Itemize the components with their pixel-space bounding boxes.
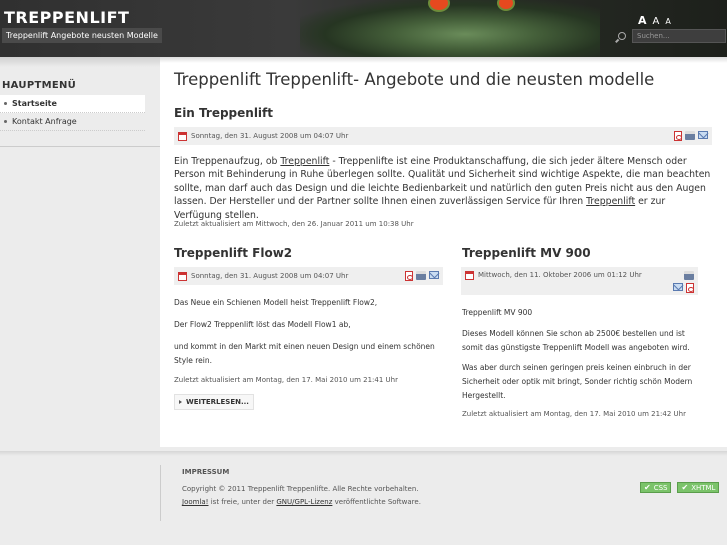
main-content: Treppenlift Treppenlift- Angebote und di…: [160, 57, 727, 447]
calendar-icon: [178, 271, 187, 281]
article-updated: Zuletzt aktualisiert am Montag, den 17. …: [174, 376, 398, 384]
sidebar-item-label: Startseite: [12, 99, 57, 108]
arrow-right-icon: [179, 400, 182, 404]
treppenlift-link[interactable]: Treppenlift: [586, 196, 635, 207]
footer-shade: [0, 451, 727, 456]
readmore-label: WEITERLESEN...: [186, 398, 249, 406]
check-icon: ✔: [681, 482, 689, 492]
article-meta: Sonntag, den 31. August 2008 um 04:07 Uh…: [174, 267, 443, 285]
article-title[interactable]: Treppenlift MV 900: [462, 246, 591, 260]
sidebar-item-startseite[interactable]: Startseite: [0, 95, 145, 113]
article-body: Ein Treppenaufzug, ob Treppenlift - Trep…: [174, 155, 714, 222]
divider: [0, 146, 160, 147]
article-updated: Zuletzt aktualisiert am Montag, den 17. …: [462, 410, 686, 418]
article-paragraph: Der Flow2 Treppenlift löst das Modell Fl…: [174, 320, 351, 329]
email-icon[interactable]: [673, 283, 683, 291]
font-size-controls: A A A: [638, 14, 671, 27]
site-footer: IMPRESSUM Copyright © 2011 Treppenlift T…: [0, 447, 727, 545]
license-text: Joomla! ist freie, unter der GNU/GPL-Liz…: [182, 498, 421, 506]
font-reset-button[interactable]: A: [653, 16, 660, 27]
print-icon[interactable]: [685, 131, 695, 140]
badge-label: XHTML: [691, 483, 716, 492]
article-tools: [405, 271, 439, 281]
calendar-icon: [178, 131, 187, 141]
font-decrease-button[interactable]: A: [665, 17, 670, 26]
article-title[interactable]: Ein Treppenlift: [174, 106, 273, 120]
pdf-icon[interactable]: [686, 283, 694, 293]
article-paragraph: Was aber durch seinen geringen preis kei…: [462, 363, 693, 400]
main-menu: Startseite Kontakt Anfrage: [0, 95, 145, 131]
footer-divider: [160, 465, 161, 521]
xhtml-valid-badge[interactable]: ✔ XHTML: [677, 482, 720, 493]
text-segment: veröffentlichte Software.: [332, 498, 421, 506]
impressum-link[interactable]: IMPRESSUM: [182, 468, 229, 476]
header-frog-image: [300, 0, 600, 57]
sidebar-item-label: Kontakt Anfrage: [12, 117, 77, 126]
article-tools: [672, 271, 694, 293]
article-tools: [674, 131, 708, 141]
font-increase-button[interactable]: A: [638, 14, 647, 27]
article-paragraph: Das Neue ein Schienen Modell heist Trepp…: [174, 298, 378, 307]
site-slogan: Treppenlift Angebote neusten Modelle: [2, 28, 162, 43]
treppenlift-link[interactable]: Treppenlift: [280, 156, 329, 167]
sidebar: HAUPTMENÜ Startseite Kontakt Anfrage: [0, 57, 160, 447]
article-date: Sonntag, den 31. August 2008 um 04:07 Uh…: [191, 272, 349, 280]
gpl-license-link[interactable]: GNU/GPL-Lizenz: [276, 498, 332, 506]
validation-badges: ✔ CSS ✔ XHTML: [640, 482, 720, 493]
article-paragraph: und kommt in den Markt mit einen neuen D…: [174, 342, 435, 365]
email-icon[interactable]: [698, 131, 708, 139]
article-updated: Zuletzt aktualisiert am Mittwoch, den 26…: [174, 220, 414, 228]
bullet-icon: [4, 120, 7, 123]
text-segment: Ein Treppenaufzug, ob: [174, 156, 281, 167]
main-shade: [160, 57, 727, 63]
joomla-link[interactable]: Joomla!: [182, 498, 209, 506]
sidebar-item-kontakt[interactable]: Kontakt Anfrage: [0, 113, 145, 131]
pdf-icon[interactable]: [405, 271, 413, 281]
email-icon[interactable]: [429, 271, 439, 279]
article-meta: Mittwoch, den 11. Oktober 2006 um 01:12 …: [461, 267, 698, 295]
pdf-icon[interactable]: [674, 131, 682, 141]
badge-label: CSS: [653, 483, 668, 492]
article-title[interactable]: Treppenlift Flow2: [174, 246, 292, 260]
print-icon[interactable]: [416, 271, 426, 280]
sidebar-shade: [0, 57, 160, 67]
bullet-icon: [4, 102, 7, 105]
copyright-text: Copyright © 2011 Treppenlift Treppenlift…: [182, 485, 419, 493]
check-icon: ✔: [644, 482, 651, 492]
search-icon: [618, 32, 626, 40]
css-valid-badge[interactable]: ✔ CSS: [640, 482, 672, 493]
site-title[interactable]: TREPPENLIFT: [4, 8, 129, 27]
site-header: TREPPENLIFT Treppenlift Angebote neusten…: [0, 0, 727, 57]
article-date: Sonntag, den 31. August 2008 um 04:07 Uh…: [191, 132, 349, 140]
article-paragraph: Dieses Modell können Sie schon ab 2500€ …: [462, 329, 690, 352]
main-menu-title: HAUPTMENÜ: [2, 80, 77, 91]
article-date: Mittwoch, den 11. Oktober 2006 um 01:12 …: [478, 271, 642, 279]
calendar-icon: [465, 271, 474, 280]
page-title: Treppenlift Treppenlift- Angebote und di…: [174, 70, 655, 89]
text-segment: ist freie, unter der: [208, 498, 277, 506]
readmore-button[interactable]: WEITERLESEN...: [174, 394, 254, 410]
search-box: [618, 29, 726, 43]
search-input[interactable]: [632, 29, 726, 43]
article-paragraph: Treppenlift MV 900: [462, 308, 533, 317]
print-icon[interactable]: [684, 271, 694, 280]
article-meta: Sonntag, den 31. August 2008 um 04:07 Uh…: [174, 127, 712, 145]
